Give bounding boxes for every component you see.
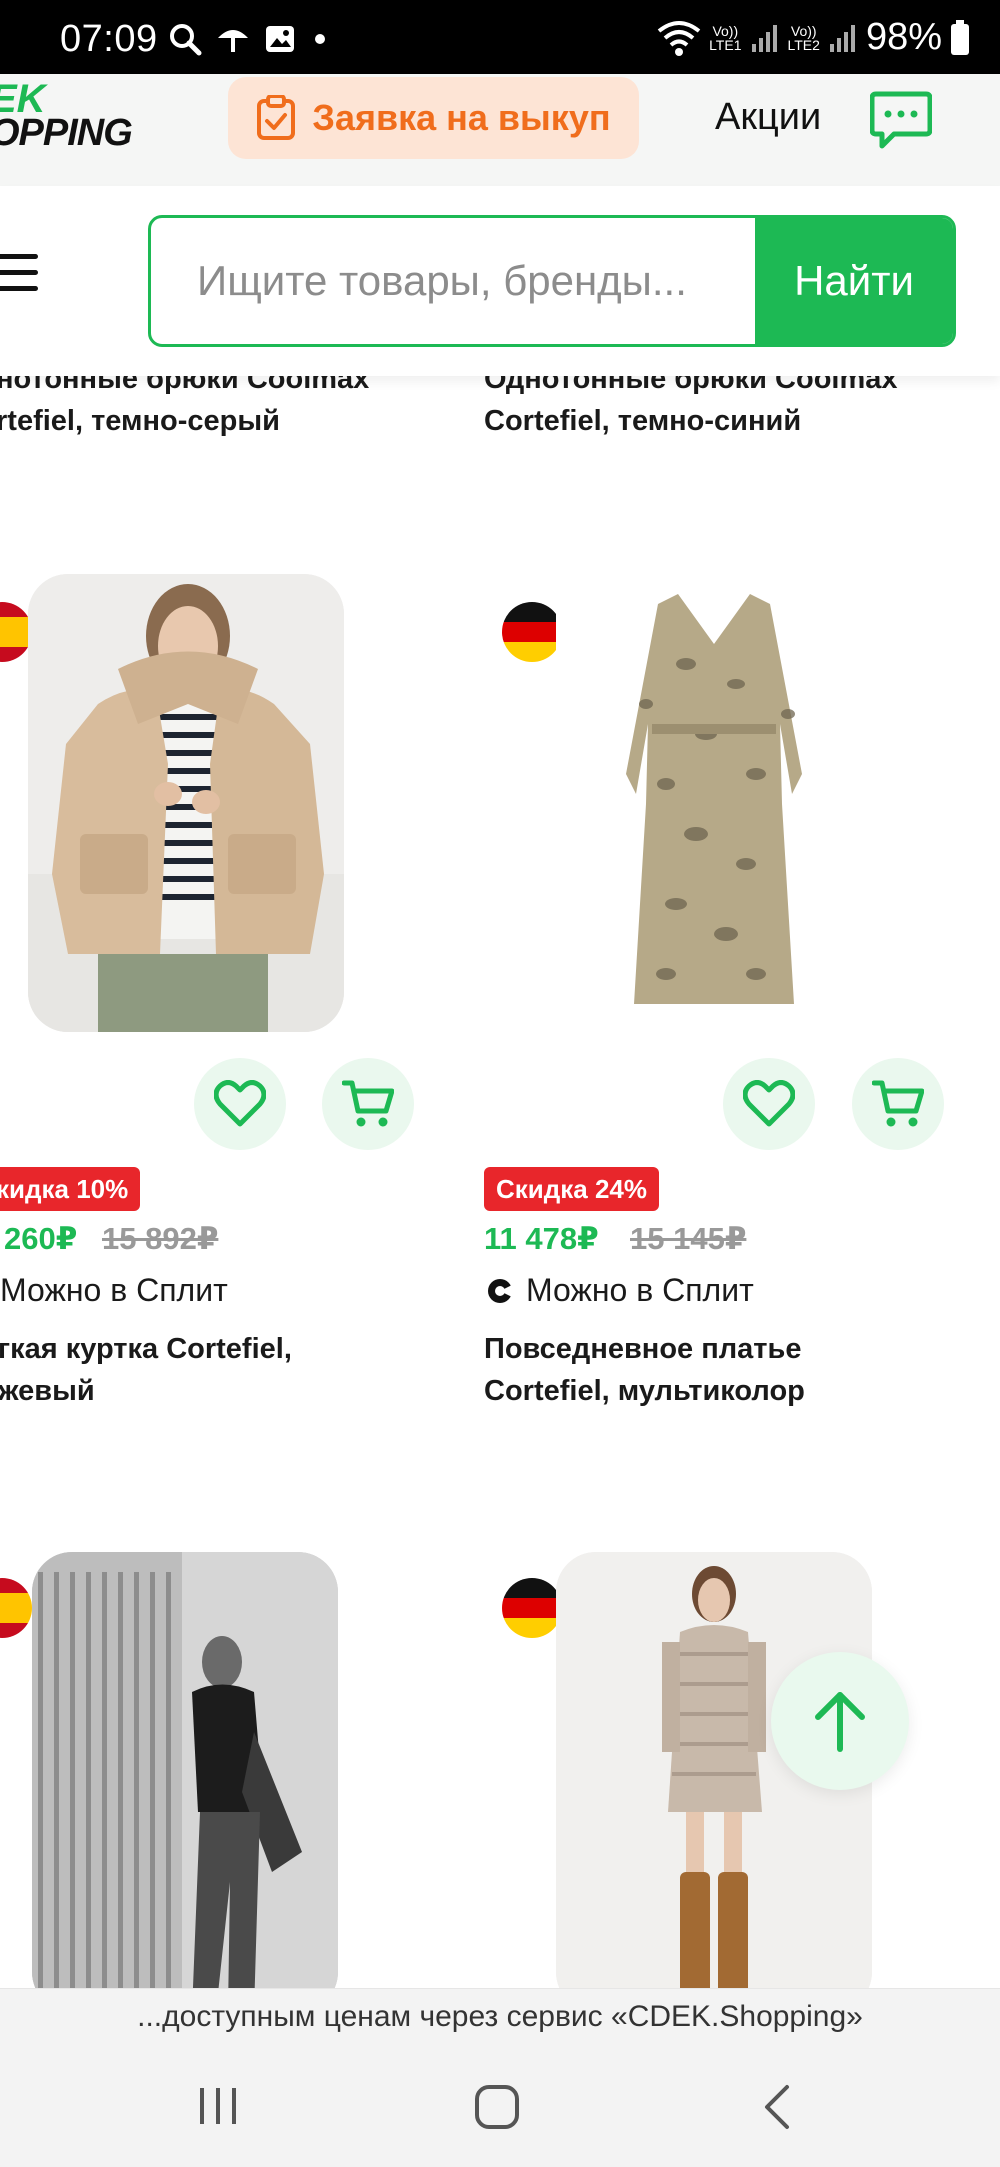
man-photo <box>32 1552 338 1988</box>
product-image[interactable] <box>556 574 872 1032</box>
germany-flag-icon <box>502 602 562 662</box>
add-to-cart-button[interactable] <box>322 1058 414 1150</box>
heart-icon <box>743 1080 795 1127</box>
split-payment-label: Можно в Сплит <box>486 1272 754 1309</box>
wifi-icon <box>657 20 701 56</box>
germany-flag-icon <box>502 1578 562 1638</box>
product-image[interactable] <box>32 1552 338 1988</box>
scroll-to-top-button[interactable] <box>771 1652 909 1790</box>
battery-level: 98% <box>865 16 942 58</box>
menu-icon[interactable] <box>0 254 38 302</box>
old-price: 15 892₽ <box>102 1221 219 1256</box>
clipboard-check-icon <box>257 95 296 140</box>
add-to-favorites-button[interactable] <box>723 1058 815 1150</box>
discount-badge: Скидка 24% <box>484 1167 660 1211</box>
status-time: 07:09 <box>60 18 158 60</box>
current-price: 260₽ <box>4 1221 78 1256</box>
back-icon[interactable] <box>762 2084 792 2130</box>
product-image[interactable] <box>28 574 344 1032</box>
heart-icon <box>214 1080 266 1127</box>
search-button[interactable]: Найти <box>755 218 953 344</box>
add-to-cart-button[interactable] <box>852 1058 944 1150</box>
search-icon <box>170 24 202 56</box>
app-header: EK OPPING Заявка на выкуп Акции <box>0 74 1000 186</box>
search-input[interactable] <box>151 218 761 344</box>
home-icon[interactable] <box>474 2084 520 2130</box>
buyout-request-label: Заявка на выкуп <box>312 97 611 138</box>
signal-icon <box>751 24 777 52</box>
product-title[interactable]: нотонные брюки Coolmax rtefiel, темно-се… <box>0 376 369 442</box>
cart-icon <box>872 1080 924 1127</box>
network-lte2: Vo)) LTE2 <box>787 22 820 53</box>
search-bar: Найти <box>148 215 956 347</box>
discount-badge: кидка 10% <box>0 1167 141 1211</box>
cart-icon <box>342 1080 394 1127</box>
buyout-request-button[interactable]: Заявка на выкуп <box>228 77 639 159</box>
status-bar: 07:09 Vo)) LTE1 Vo)) LTE2 98% <box>0 0 1000 74</box>
promotions-link[interactable]: Акции <box>715 96 821 139</box>
split-icon <box>488 1278 514 1303</box>
arrow-up-icon <box>815 1692 865 1752</box>
add-to-favorites-button[interactable] <box>194 1058 286 1150</box>
gallery-icon <box>266 26 294 52</box>
dress-photo <box>556 574 872 1032</box>
recent-apps-icon[interactable] <box>196 2084 240 2128</box>
chat-icon[interactable] <box>870 90 932 152</box>
product-title[interactable]: Однотонные брюки Coolmax Cortefiel, темн… <box>484 376 898 442</box>
dot-icon <box>315 34 325 44</box>
system-navigation-bar <box>0 2044 1000 2167</box>
umbrella-icon <box>218 30 248 52</box>
jacket-photo <box>28 574 344 1032</box>
old-price: 15 145₽ <box>630 1221 747 1256</box>
cdek-shopping-logo[interactable]: EK OPPING <box>0 79 133 152</box>
product-name[interactable]: гкая куртка Cortefiel, жевый <box>0 1328 292 1412</box>
signal-icon <box>829 24 855 52</box>
product-name[interactable]: Повседневное платье Cortefiel, мультикол… <box>484 1328 805 1412</box>
current-price: 11 478₽ <box>484 1221 599 1256</box>
split-payment-label: Можно в Сплит <box>0 1272 228 1308</box>
bottom-info-banner: ...доступным ценам через сервис «CDEK.Sh… <box>0 1988 1000 2044</box>
battery-icon <box>951 19 969 55</box>
spain-flag-icon <box>0 1578 32 1638</box>
search-row: Найти <box>0 186 1000 376</box>
network-lte1: Vo)) LTE1 <box>709 22 742 53</box>
